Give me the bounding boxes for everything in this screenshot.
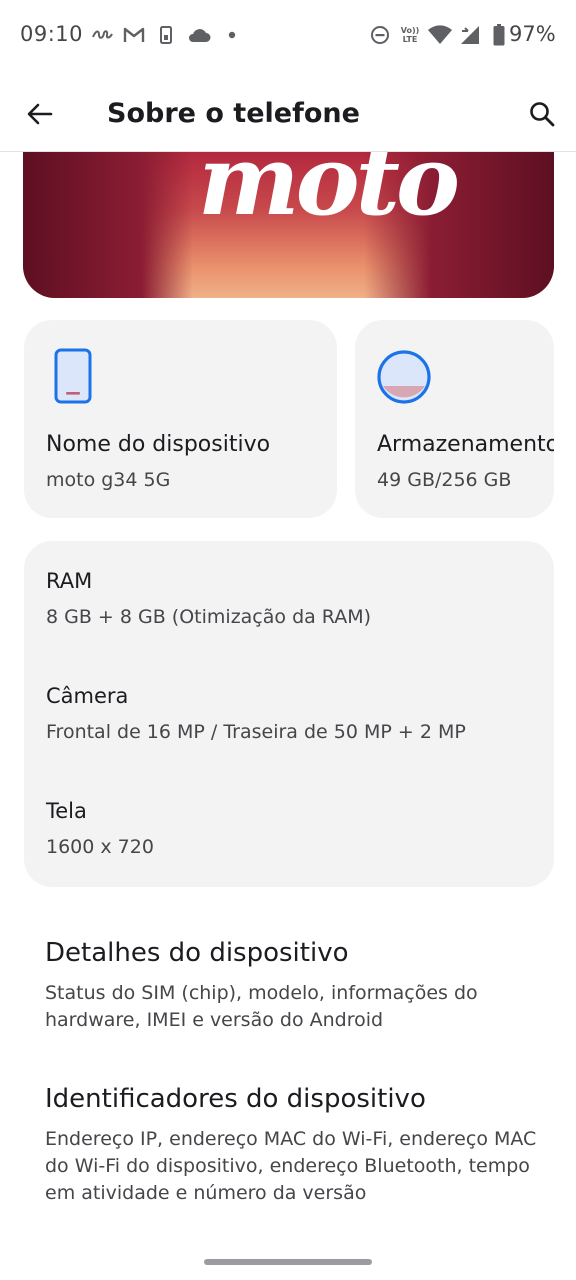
device-name-value: moto g34 5G: [46, 469, 171, 491]
moto-banner-image: moto: [23, 152, 554, 298]
dnd-icon: [369, 24, 391, 46]
device-identifiers-item[interactable]: Identificadores do dispositivo Endereço …: [45, 1082, 545, 1207]
storage-value: 49 GB/256 GB: [377, 469, 512, 491]
storage-label: Armazenamento: [377, 432, 554, 457]
display-value: 1600 x 720: [46, 836, 154, 858]
legal-app-icon: [90, 24, 114, 46]
page-title: Sobre o telefone: [107, 98, 360, 129]
signal-icon: [458, 24, 482, 46]
display-label: Tela: [46, 799, 87, 823]
search-button[interactable]: [522, 94, 562, 134]
wifi-icon: [426, 24, 454, 46]
specs-card: RAM 8 GB + 8 GB (Otimização da RAM) Câme…: [24, 541, 554, 887]
search-icon: [530, 102, 555, 127]
ram-value: 8 GB + 8 GB (Otimização da RAM): [46, 606, 372, 628]
storage-ring-icon: [375, 348, 433, 410]
volte-icon: Vo)) LTE: [397, 24, 423, 46]
status-bar: 09:10 Vo)) LTE 97%: [0, 0, 576, 72]
battery-percent: 97%: [509, 22, 556, 46]
battery-icon: [492, 24, 506, 46]
gmail-icon: [122, 24, 146, 46]
phone-icon: [54, 348, 92, 408]
camera-value: Frontal de 16 MP / Traseira de 50 MP + 2…: [46, 721, 466, 743]
device-identifiers-title: Identificadores do dispositivo: [45, 1084, 426, 1114]
device-name-card[interactable]: Nome do dispositivo moto g34 5G: [24, 320, 337, 518]
ram-label: RAM: [46, 569, 93, 593]
sim-icon: [158, 24, 174, 46]
moto-logo-text: moto: [198, 152, 460, 237]
cloud-icon: [186, 24, 212, 46]
device-details-title: Detalhes do dispositivo: [45, 938, 349, 968]
app-bar: Sobre o telefone: [0, 72, 576, 152]
device-identifiers-subtitle: Endereço IP, endereço MAC do Wi-Fi, ende…: [45, 1128, 537, 1204]
device-name-label: Nome do dispositivo: [46, 432, 271, 457]
back-button[interactable]: [20, 94, 60, 134]
dot-icon: [226, 24, 238, 46]
volte-label: Vo)) LTE: [400, 26, 420, 44]
device-details-item[interactable]: Detalhes do dispositivo Status do SIM (c…: [45, 936, 545, 1034]
gesture-nav-handle[interactable]: [204, 1259, 372, 1265]
storage-card[interactable]: Armazenamento 49 GB/256 GB: [355, 320, 554, 518]
camera-label: Câmera: [46, 684, 129, 708]
back-arrow-icon: [27, 103, 53, 125]
banner-left-building: [23, 152, 193, 298]
status-time: 09:10: [20, 22, 84, 46]
device-details-subtitle: Status do SIM (chip), modelo, informaçõe…: [45, 982, 478, 1031]
